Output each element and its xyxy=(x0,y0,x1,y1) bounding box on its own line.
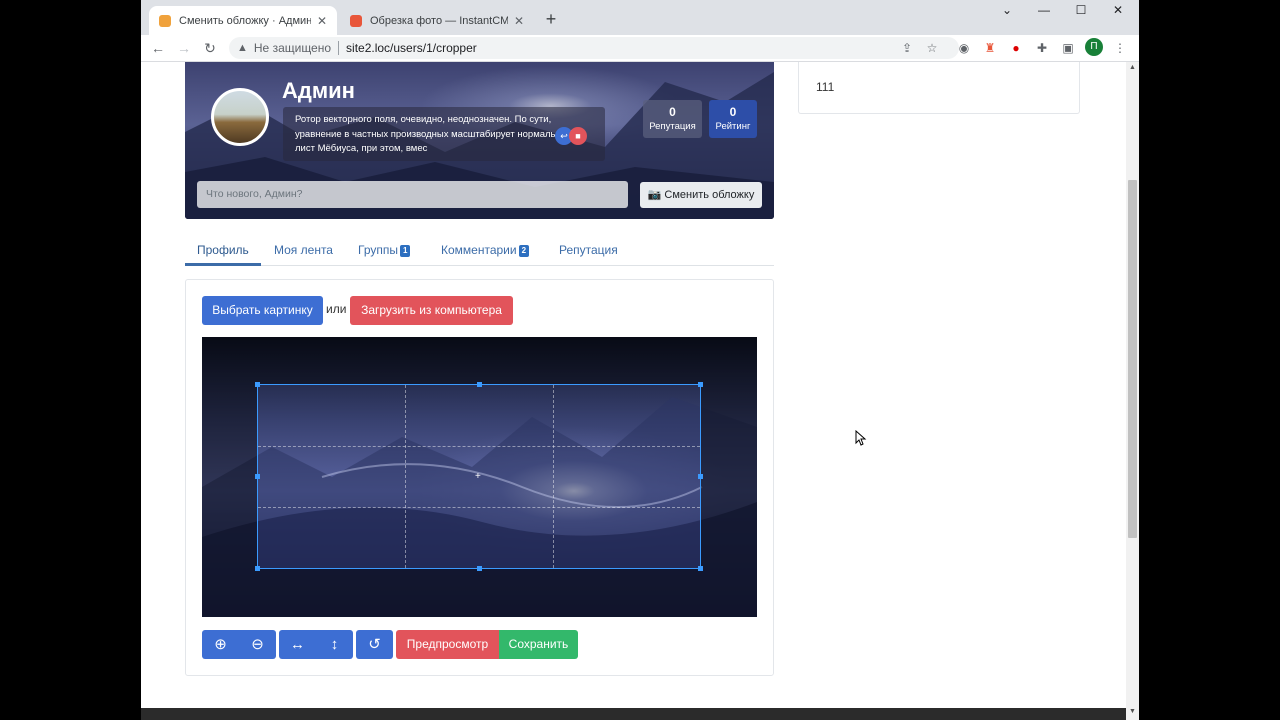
resize-handle[interactable] xyxy=(255,474,260,479)
zoom-out-icon[interactable]: ⊖ xyxy=(239,630,276,659)
instantcms-favicon-icon xyxy=(159,14,171,27)
crop-mask xyxy=(701,384,757,569)
profile-tabs: Профиль Моя лента Группы 1 Комментарии 2 Р… xyxy=(185,230,774,266)
resize-handle[interactable] xyxy=(255,382,260,387)
sidebar-widget: 111 xyxy=(798,62,1080,114)
crop-area[interactable]: + xyxy=(202,337,757,617)
reload-icon[interactable]: ↻ xyxy=(200,38,220,58)
count-badge: 1 xyxy=(399,245,411,257)
page-content: Админ Ротор векторного поля, очевидно, н… xyxy=(141,62,1126,708)
upload-button[interactable]: Загрузить из компьютера xyxy=(350,296,513,325)
maximize-icon[interactable]: ☐ xyxy=(1063,0,1099,22)
flip-horizontal-icon[interactable]: ↔ xyxy=(279,630,316,659)
avatar[interactable] xyxy=(211,88,269,146)
browser-tab-title: Обрезка фото — InstantCMS 2 xyxy=(370,14,508,27)
sidebar-icon[interactable]: ▣ xyxy=(1059,39,1077,57)
trash-icon[interactable]: ■ xyxy=(569,127,587,145)
menu-dots-icon[interactable]: ⋮ xyxy=(1111,39,1129,57)
rotate-icon[interactable]: ↺ xyxy=(356,630,393,659)
instantcms-favicon-icon xyxy=(350,14,362,27)
crop-mask xyxy=(202,569,757,617)
resize-handle[interactable] xyxy=(698,382,703,387)
crop-mask xyxy=(202,384,257,569)
or-label: или xyxy=(326,302,347,316)
crosshair-icon: + xyxy=(475,471,481,482)
change-cover-button[interactable]: 📷 Сменить обложку xyxy=(640,182,762,208)
security-label: Не защищено xyxy=(253,41,332,55)
resize-handle[interactable] xyxy=(255,566,260,571)
address-bar[interactable]: ▲ Не защищено site2.loc/users/1/cropper xyxy=(229,37,959,59)
tab-reputation[interactable]: Репутация xyxy=(547,230,630,266)
tab-label: Репутация xyxy=(559,243,618,257)
tab-label: Профиль xyxy=(197,243,249,257)
tab-label: Комментарии xyxy=(441,243,517,257)
resize-handle[interactable] xyxy=(698,474,703,479)
tab-groups[interactable]: Группы 1 xyxy=(346,230,422,266)
close-window-icon[interactable]: ✕ xyxy=(1100,0,1136,22)
change-cover-label: Сменить обложку xyxy=(664,189,755,201)
profile-name[interactable]: Админ xyxy=(282,78,355,104)
page-scrollbar[interactable]: ▲ ▼ xyxy=(1126,62,1139,720)
close-tab-icon[interactable]: ✕ xyxy=(315,14,329,28)
profile-cover: Админ Ротор векторного поля, очевидно, н… xyxy=(185,62,774,219)
grid-line xyxy=(405,385,406,568)
cropper-card: Выбрать картинку или Загрузить из компью… xyxy=(185,279,774,676)
tab-label: Моя лента xyxy=(274,243,333,257)
chevron-down-icon[interactable]: ⌄ xyxy=(989,0,1025,22)
browser-tab-title: Сменить обложку · Админ — In xyxy=(179,14,311,27)
scrollbar-thumb[interactable] xyxy=(1128,180,1137,538)
zoom-in-icon[interactable]: ⊕ xyxy=(202,630,239,659)
new-tab-button[interactable]: + xyxy=(541,9,561,30)
minimize-icon[interactable]: — xyxy=(1026,0,1062,22)
resize-handle[interactable] xyxy=(477,382,482,387)
grid-line xyxy=(553,385,554,568)
puzzle-icon[interactable]: ✚ xyxy=(1033,39,1051,57)
share-icon[interactable]: ⇪ xyxy=(898,39,916,57)
count-badge: 2 xyxy=(518,245,530,257)
profile-avatar[interactable]: П xyxy=(1085,38,1103,56)
tab-feed[interactable]: Моя лента xyxy=(262,230,345,266)
extension-icon[interactable]: ♜ xyxy=(981,39,999,57)
camera-icon[interactable]: ◉ xyxy=(955,39,973,57)
browser-tab-inactive[interactable]: Обрезка фото — InstantCMS 2 ✕ xyxy=(340,6,534,35)
crop-selection[interactable]: + xyxy=(255,382,703,571)
browser-toolbar: ← → ↻ ▲ Не защищено site2.loc/users/1/cr… xyxy=(141,35,1139,62)
tab-label: Группы xyxy=(358,243,398,257)
whats-new-input[interactable]: Что нового, Админ? xyxy=(197,181,628,208)
omnibox-separator xyxy=(338,41,340,55)
browser-tab-active[interactable]: Сменить обложку · Админ — In ✕ xyxy=(149,6,337,35)
scroll-up-icon[interactable]: ▲ xyxy=(1126,62,1139,74)
url-text: site2.loc/users/1/cropper xyxy=(346,41,477,55)
tab-comments[interactable]: Комментарии 2 xyxy=(429,230,541,266)
grid-line xyxy=(258,507,700,508)
stat-label: Репутация xyxy=(649,121,696,132)
choose-image-button[interactable]: Выбрать картинку xyxy=(202,296,323,325)
mouse-cursor-icon xyxy=(855,430,867,446)
browser-window: Сменить обложку · Админ — In ✕ Обрезка ф… xyxy=(141,0,1139,720)
stat-value: 0 xyxy=(669,105,676,119)
page-footer xyxy=(141,708,1126,720)
star-icon[interactable]: ☆ xyxy=(923,39,941,57)
tab-profile[interactable]: Профиль xyxy=(185,230,261,266)
forward-icon[interactable]: → xyxy=(174,38,194,58)
stat-value: 0 xyxy=(729,105,737,119)
grid-line xyxy=(258,446,700,447)
stat-reputation[interactable]: 0 Репутация xyxy=(643,100,702,138)
sidebar-value: 111 xyxy=(816,80,835,94)
flip-vertical-icon[interactable]: ↕ xyxy=(316,630,353,659)
stat-rating[interactable]: 0 Рейтинг xyxy=(709,100,757,138)
stat-label: Рейтинг xyxy=(715,121,751,132)
camera-icon: 📷 xyxy=(647,189,662,201)
scroll-down-icon[interactable]: ▼ xyxy=(1126,706,1139,718)
preview-button[interactable]: Предпросмотр xyxy=(396,630,499,659)
resize-handle[interactable] xyxy=(477,566,482,571)
back-icon[interactable]: ← xyxy=(148,38,168,58)
resize-handle[interactable] xyxy=(698,566,703,571)
warning-icon: ▲ xyxy=(237,42,248,54)
opera-icon[interactable]: ● xyxy=(1007,39,1025,57)
save-button[interactable]: Сохранить xyxy=(499,630,578,659)
close-tab-icon[interactable]: ✕ xyxy=(512,14,526,28)
crop-mask xyxy=(202,337,757,384)
tab-strip: Сменить обложку · Админ — In ✕ Обрезка ф… xyxy=(141,0,1139,35)
